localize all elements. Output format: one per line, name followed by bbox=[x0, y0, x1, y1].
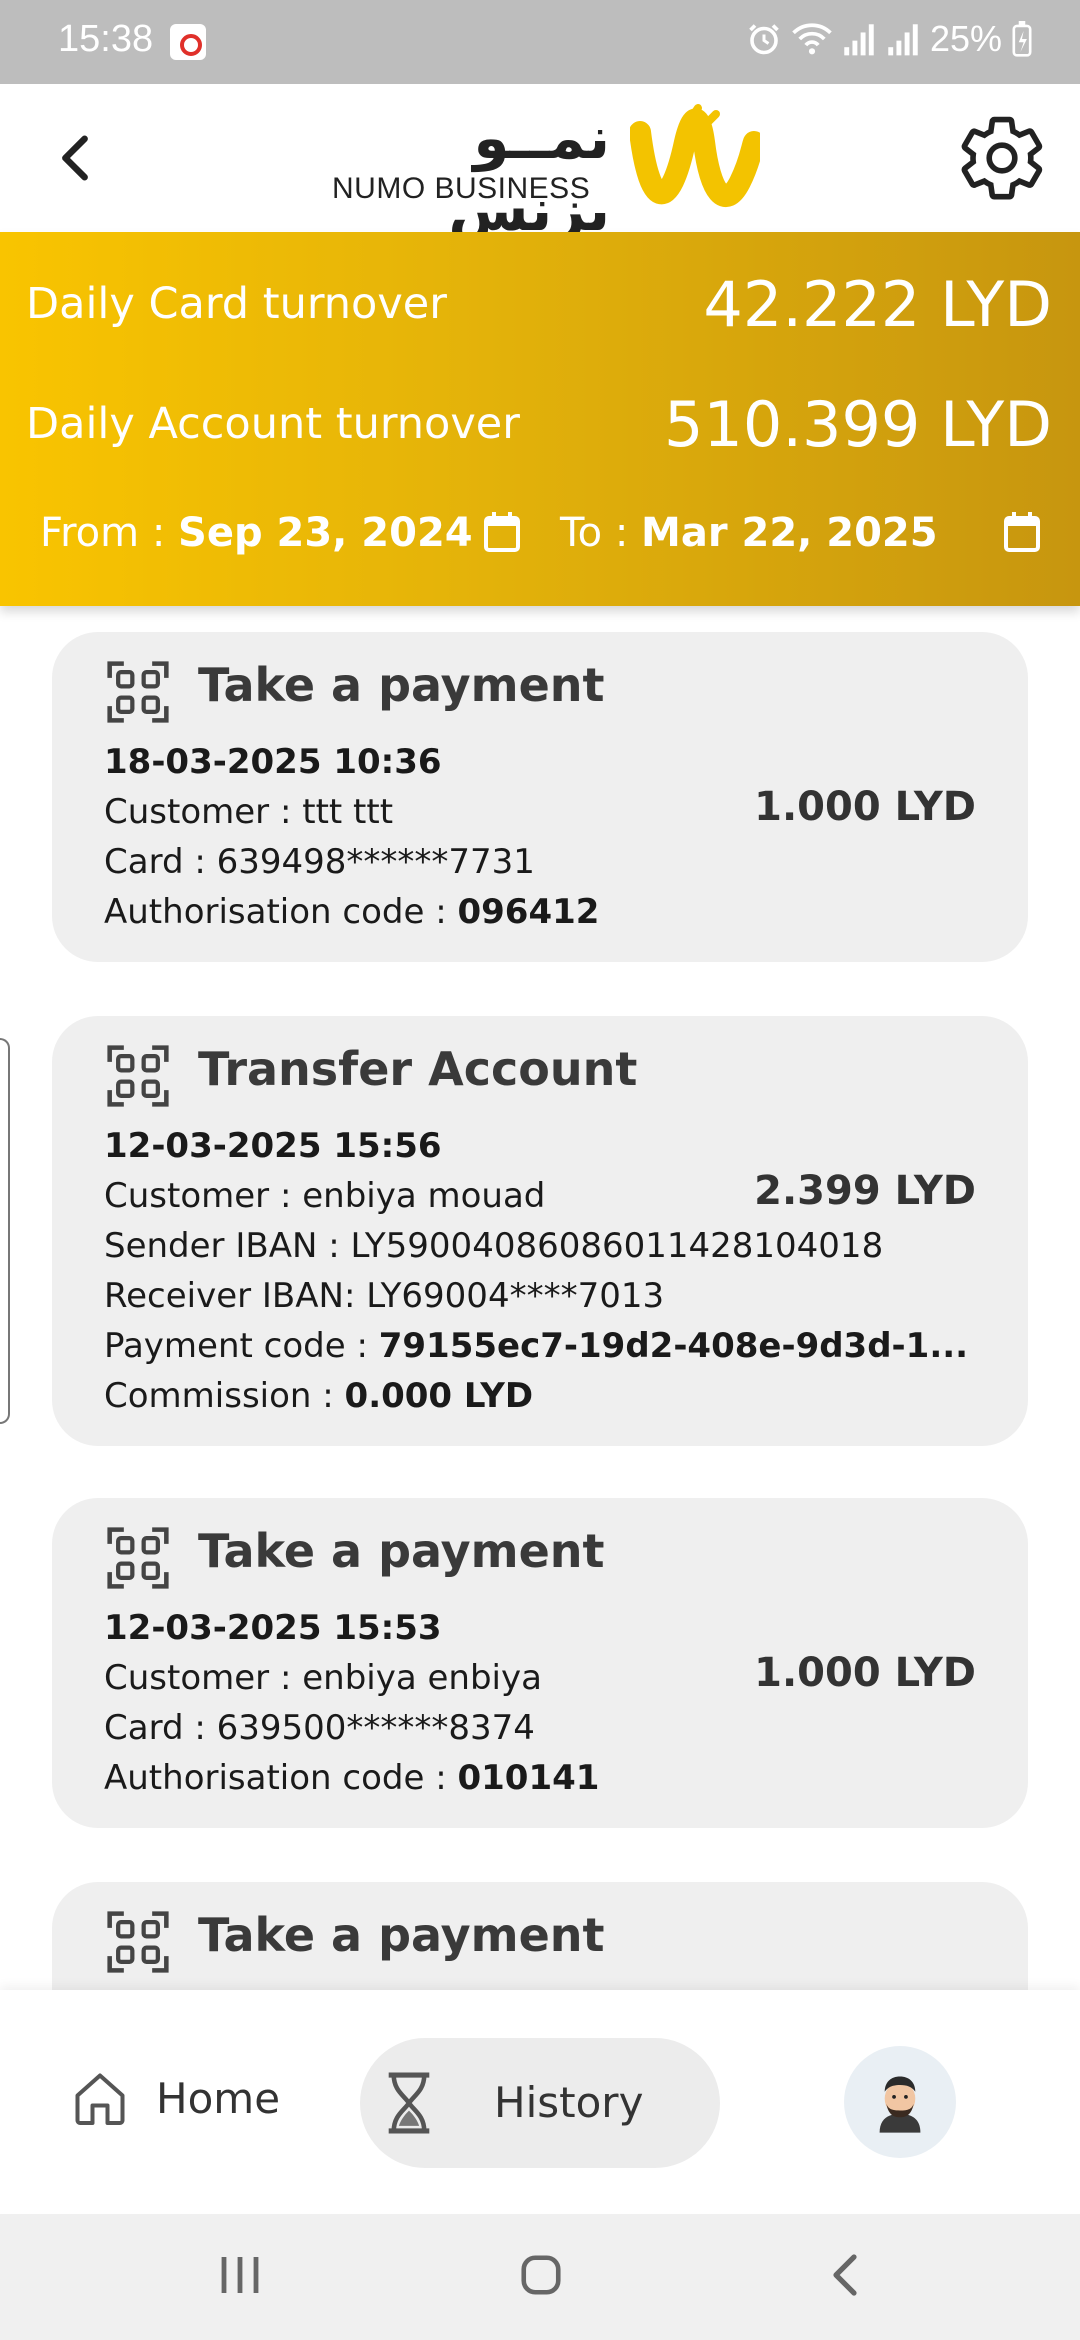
transaction-datetime: 12-03-2025 15:53 bbox=[104, 1608, 442, 1648]
transaction-customer: Customer : ttt ttt bbox=[104, 792, 394, 832]
wifi-icon bbox=[792, 23, 832, 55]
card-turnover-value: 42.222 LYD bbox=[703, 267, 1052, 341]
account-turnover-row: Daily Account turnover 510.399 LYD bbox=[26, 384, 1052, 464]
qr-code-icon bbox=[107, 1527, 169, 1589]
transaction-amount: 2.399 LYD bbox=[754, 1168, 976, 1214]
app-header: نمــو بزنس NUMO BUSINESS bbox=[0, 84, 1080, 244]
battery-charging-icon bbox=[1012, 21, 1032, 57]
signal-icon-2 bbox=[888, 24, 918, 56]
calendar-icon[interactable] bbox=[1002, 510, 1042, 554]
transaction-card[interactable]: Take a payment 12-03-2025 15:53 Customer… bbox=[52, 1498, 1028, 1828]
avatar bbox=[879, 2076, 921, 2133]
numo-business-logo: نمــو بزنس NUMO BUSINESS bbox=[330, 102, 760, 244]
transaction-customer: Customer : enbiya enbiya bbox=[104, 1658, 542, 1698]
recent-apps-icon[interactable] bbox=[218, 2250, 262, 2300]
status-time: 15:38 bbox=[58, 18, 154, 60]
turnover-summary: Daily Card turnover 42.222 LYD Daily Acc… bbox=[0, 232, 1080, 606]
transaction-datetime: 12-03-2025 15:56 bbox=[104, 1126, 442, 1166]
gear-icon bbox=[961, 116, 1043, 200]
transaction-card-number: Card : 639500******8374 bbox=[104, 1708, 535, 1748]
edge-panel-handle[interactable] bbox=[0, 1038, 10, 1424]
hourglass-icon bbox=[388, 2072, 430, 2134]
transaction-auth-code: Authorisation code : 096412 bbox=[104, 892, 600, 932]
transaction-customer: Customer : enbiya mouad bbox=[104, 1176, 546, 1216]
transaction-datetime: 18-03-2025 10:36 bbox=[104, 742, 442, 782]
from-label: From : bbox=[40, 510, 166, 556]
card-turnover-label: Daily Card turnover bbox=[26, 279, 447, 329]
transaction-title: Transfer Account bbox=[198, 1042, 638, 1096]
transaction-card[interactable]: Transfer Account 12-03-2025 15:56 Custom… bbox=[52, 1016, 1028, 1446]
transaction-receiver-iban: Receiver IBAN: LY69004****7013 bbox=[104, 1276, 665, 1316]
battery-percent: 25% bbox=[929, 18, 1002, 59]
transaction-card-number: Card : 639498******7731 bbox=[104, 842, 535, 882]
transaction-card[interactable]: Take a payment 18-03-2025 10:36 Customer… bbox=[52, 632, 1028, 962]
transaction-auth-code: Authorisation code : 010141 bbox=[104, 1758, 600, 1798]
card-turnover-row: Daily Card turnover 42.222 LYD bbox=[26, 264, 1052, 344]
transaction-amount: 1.000 LYD bbox=[754, 1650, 976, 1696]
home-icon bbox=[75, 2073, 125, 2125]
nav-history[interactable]: History bbox=[360, 2038, 720, 2168]
profile-avatar-button[interactable] bbox=[844, 2046, 956, 2158]
signal-icon-1 bbox=[844, 24, 874, 56]
notification-icon bbox=[170, 24, 206, 60]
transaction-payment-code: Payment code : 79155ec7-19d2-408e-9d3d-1… bbox=[104, 1326, 969, 1366]
nav-home-label: Home bbox=[156, 2073, 281, 2123]
settings-button[interactable] bbox=[952, 108, 1052, 208]
transaction-commission: Commission : 0.000 LYD bbox=[104, 1376, 534, 1416]
nav-home[interactable]: Home bbox=[70, 2068, 280, 2128]
bottom-navigation: Home History bbox=[0, 1990, 1080, 2214]
home-nav-icon[interactable] bbox=[518, 2250, 564, 2300]
transaction-title: Take a payment bbox=[198, 1524, 605, 1578]
transaction-title: Take a payment bbox=[198, 658, 605, 712]
back-nav-icon[interactable] bbox=[826, 2250, 866, 2300]
qr-code-icon bbox=[107, 1045, 169, 1107]
logo-english-text: NUMO BUSINESS bbox=[332, 172, 591, 205]
status-icons: 25% bbox=[746, 18, 1032, 60]
transaction-sender-iban: Sender IBAN : LY59004086086011428104018 bbox=[104, 1226, 884, 1266]
qr-code-icon bbox=[107, 661, 169, 723]
system-navigation-bar bbox=[0, 2214, 1080, 2340]
logo-mark-icon bbox=[630, 104, 760, 207]
to-label: To : bbox=[560, 510, 629, 556]
alarm-icon bbox=[749, 24, 779, 55]
transaction-amount: 1.000 LYD bbox=[754, 784, 976, 830]
account-turnover-label: Daily Account turnover bbox=[26, 399, 520, 449]
account-turnover-value: 510.399 LYD bbox=[663, 387, 1052, 461]
nav-history-label: History bbox=[494, 2078, 644, 2127]
to-date-field[interactable]: To : Mar 22, 2025 bbox=[560, 510, 938, 556]
calendar-icon[interactable] bbox=[482, 510, 522, 554]
to-date: Mar 22, 2025 bbox=[641, 510, 938, 556]
status-bar: 15:38 25% bbox=[0, 0, 1080, 84]
date-range: From : Sep 23, 2024 To : Mar 22, 2025 bbox=[40, 500, 1050, 570]
chevron-left-icon bbox=[62, 135, 88, 181]
back-button[interactable] bbox=[40, 120, 110, 196]
from-date: Sep 23, 2024 bbox=[178, 510, 473, 556]
transaction-title: Take a payment bbox=[198, 1908, 605, 1962]
qr-code-icon bbox=[107, 1911, 169, 1973]
from-date-field[interactable]: From : Sep 23, 2024 bbox=[40, 510, 473, 556]
